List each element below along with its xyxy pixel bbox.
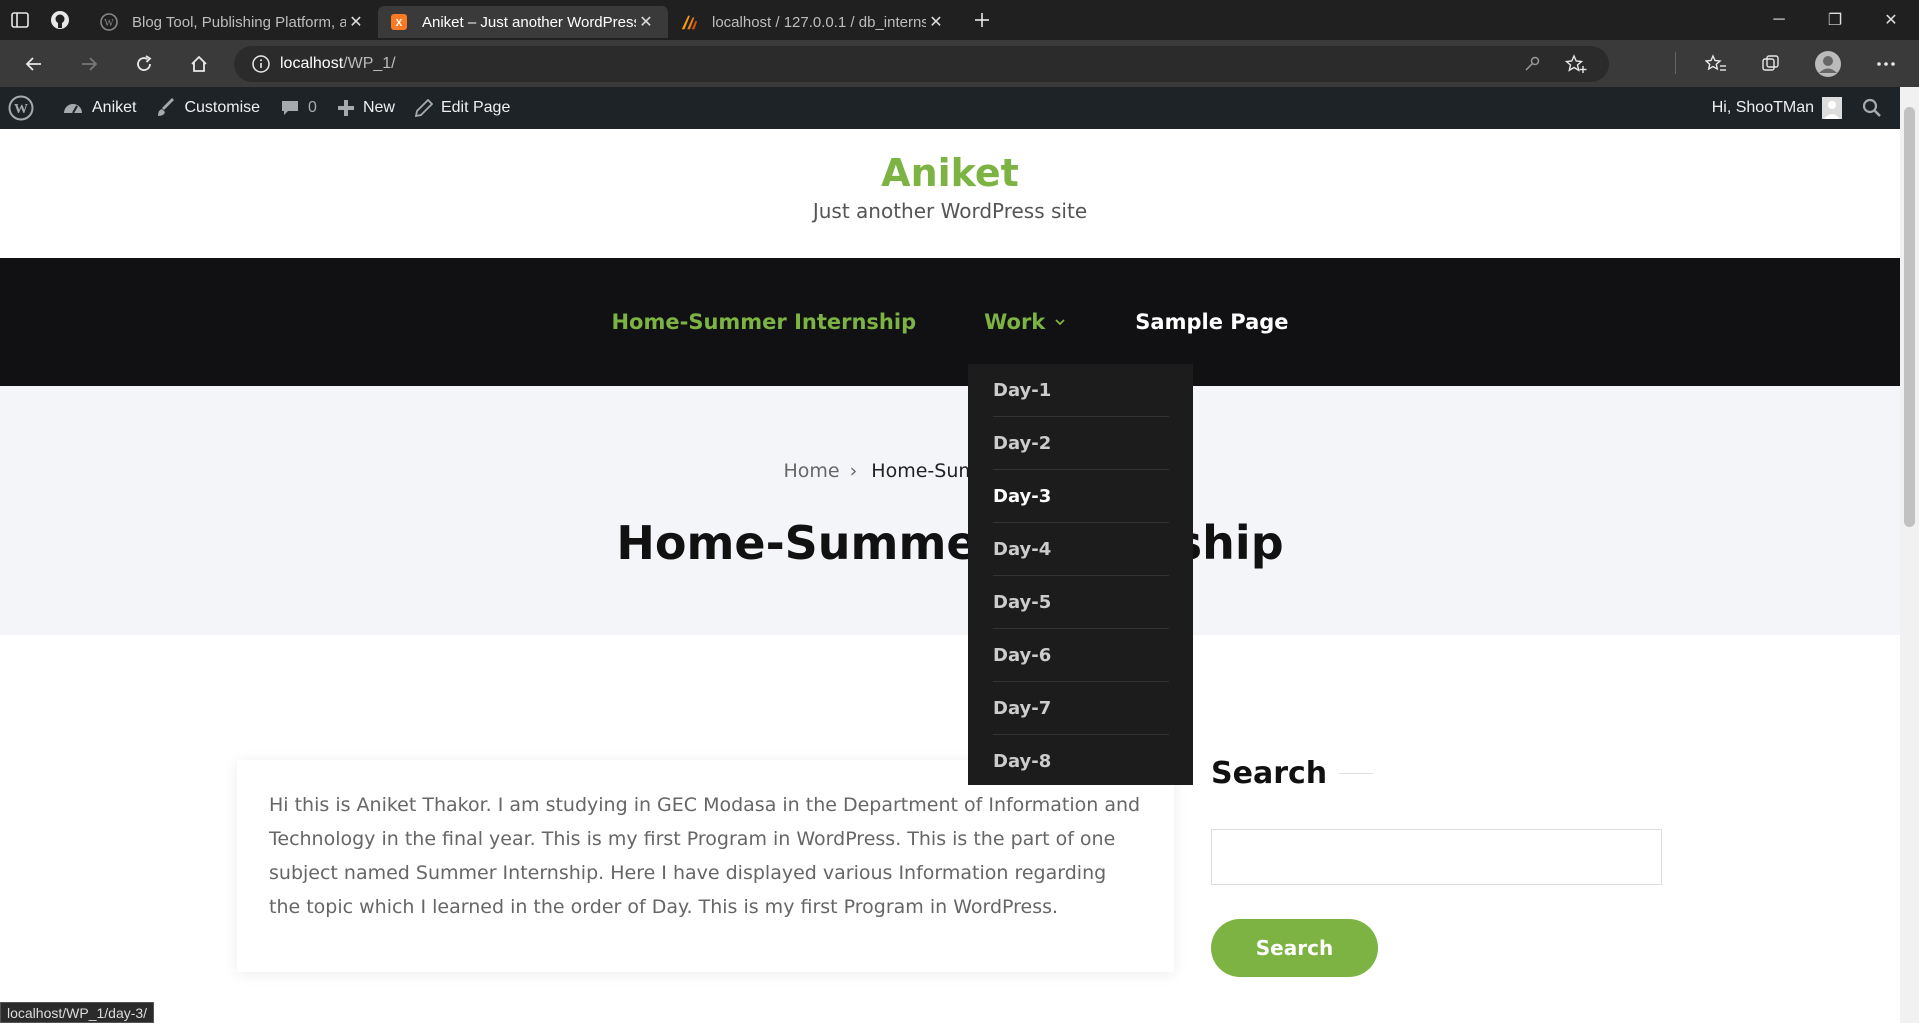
admin-site-label: Aniket <box>92 99 137 116</box>
tab-wordpress-org[interactable]: W Blog Tool, Publishing Platform, and CM… <box>88 6 378 38</box>
new-tab-icon[interactable] <box>962 0 1002 40</box>
favorite-add-icon[interactable] <box>1565 54 1587 74</box>
restore-icon[interactable]: ❐ <box>1807 0 1863 40</box>
sidebar-search-input[interactable] <box>1211 829 1662 885</box>
comments-count: 0 <box>308 99 317 116</box>
home-icon[interactable] <box>171 40 226 87</box>
nav-item-work-label: Work <box>984 310 1046 334</box>
toolbar-divider <box>1675 52 1676 74</box>
close-icon[interactable]: ✕ <box>636 12 656 32</box>
nav-item-work[interactable]: Work <box>984 310 1067 334</box>
dropdown-item-day-6[interactable]: Day-6 <box>993 629 1169 682</box>
work-dropdown-menu: Day-1 Day-2 Day-3 Day-4 Day-5 Day-6 Day-… <box>968 364 1193 785</box>
tab-title: localhost / 127.0.0.1 / db_internship <box>712 13 926 31</box>
nav-item-sample-page[interactable]: Sample Page <box>1135 310 1288 334</box>
admin-greeting: Hi, ShooTMan <box>1711 99 1814 116</box>
content-text: Hi this is Aniket Thakor. I am studying … <box>269 794 1141 918</box>
site-tagline: Just another WordPress site <box>812 199 1088 223</box>
xampp-icon: X <box>390 13 408 31</box>
minimize-icon[interactable]: ─ <box>1751 0 1807 40</box>
admin-search-icon[interactable] <box>1852 87 1900 129</box>
tab-actions-icon[interactable] <box>0 0 40 40</box>
dashboard-icon <box>64 104 82 114</box>
admin-customise-label: Customise <box>184 99 261 116</box>
url-host: localhost <box>280 55 344 72</box>
nav-item-home[interactable]: Home-Summer Internship <box>611 310 916 334</box>
profile-avatar-icon[interactable] <box>1800 40 1855 87</box>
admin-site-name[interactable]: Aniket <box>52 87 146 129</box>
page-hero: Home › Home-Summer Internship Home-Summe… <box>0 386 1900 635</box>
dropdown-item-day-8[interactable]: Day-8 <box>993 735 1169 788</box>
browser-toolbar: localhost/WP_1/ <box>0 40 1919 87</box>
tab-title: Blog Tool, Publishing Platform, and CMS <box>132 13 346 31</box>
close-icon[interactable]: ✕ <box>926 12 946 32</box>
svg-text:W: W <box>104 18 114 29</box>
svg-text:X: X <box>396 18 403 29</box>
wordpress-icon: W <box>100 13 118 31</box>
dropdown-item-day-4[interactable]: Day-4 <box>993 523 1169 576</box>
dropdown-item-day-1[interactable]: Day-1 <box>993 364 1169 417</box>
dropdown-item-day-7[interactable]: Day-7 <box>993 682 1169 735</box>
favorites-icon[interactable] <box>1688 40 1743 87</box>
window-close-icon[interactable]: ✕ <box>1863 0 1919 40</box>
url-text: localhost/WP_1/ <box>280 55 396 73</box>
address-bar[interactable]: localhost/WP_1/ <box>234 46 1609 82</box>
link-status-bar: localhost/WP_1/day-3/ <box>0 1002 155 1023</box>
forward-icon[interactable] <box>61 40 116 87</box>
breadcrumb-separator-icon: › <box>849 460 858 482</box>
tab-aniket-site[interactable]: X Aniket – Just another WordPress site ✕ <box>378 6 668 38</box>
github-pinned-tab[interactable] <box>40 0 80 40</box>
admin-edit-page-label: Edit Page <box>440 99 511 116</box>
site-info-icon[interactable] <box>252 55 270 73</box>
refresh-icon[interactable] <box>116 40 171 87</box>
comment-icon <box>282 101 299 115</box>
close-icon[interactable]: ✕ <box>346 12 366 32</box>
pencil-icon <box>414 99 433 117</box>
key-icon[interactable] <box>1523 55 1541 73</box>
more-options-icon[interactable] <box>1858 40 1913 87</box>
url-path: /WP_1/ <box>343 55 396 72</box>
phpmyadmin-icon <box>680 13 698 31</box>
admin-new-label: New <box>362 99 395 116</box>
content-card: Hi this is Aniket Thakor. I am studying … <box>237 760 1174 972</box>
sidebar-search-title: Search <box>1211 756 1374 791</box>
admin-account[interactable]: Hi, ShooTMan <box>1702 87 1852 129</box>
breadcrumb: Home › Home-Summer Internship <box>0 460 1900 482</box>
dropdown-item-day-5[interactable]: Day-5 <box>993 576 1169 629</box>
plus-icon <box>337 100 354 116</box>
main-navigation: Home-Summer Internship Work Sample Page <box>0 258 1900 386</box>
tab-phpmyadmin[interactable]: localhost / 127.0.0.1 / db_internship ✕ <box>668 6 958 38</box>
chevron-down-icon <box>1055 319 1065 326</box>
site-title[interactable]: Aniket <box>0 129 1900 195</box>
admin-customise[interactable]: Customise <box>146 87 270 129</box>
browser-tab-strip: W Blog Tool, Publishing Platform, and CM… <box>0 0 1919 40</box>
wp-admin-bar: W Aniket Customise 0 New Edit Page Hi, S… <box>0 87 1900 129</box>
sidebar-search-button[interactable]: Search <box>1211 919 1378 977</box>
dropdown-item-day-2[interactable]: Day-2 <box>993 417 1169 470</box>
admin-edit-page[interactable]: Edit Page <box>405 87 520 129</box>
sidebar-search-heading: Search <box>1211 756 1328 791</box>
back-icon[interactable] <box>6 40 61 87</box>
user-avatar-icon <box>1822 97 1842 119</box>
admin-comments[interactable]: 0 <box>270 87 327 129</box>
page-viewport: Aniket Just another WordPress site Home-… <box>0 129 1900 1023</box>
scrollbar-thumb[interactable] <box>1904 107 1915 527</box>
page-scrollbar[interactable] <box>1900 87 1919 1023</box>
breadcrumb-home[interactable]: Home <box>783 460 839 482</box>
page-title: Home-Summer Internship <box>616 516 1284 570</box>
svg-text:W: W <box>14 102 28 117</box>
dropdown-item-day-3[interactable]: Day-3 <box>993 470 1169 523</box>
collections-icon[interactable] <box>1743 40 1798 87</box>
site-header: Aniket Just another WordPress site <box>0 129 1900 258</box>
tab-title: Aniket – Just another WordPress site <box>422 13 636 31</box>
admin-new[interactable]: New <box>327 87 405 129</box>
wp-logo-icon[interactable]: W <box>0 87 52 129</box>
paintbrush-icon <box>158 98 175 116</box>
heading-rule <box>1339 773 1374 774</box>
